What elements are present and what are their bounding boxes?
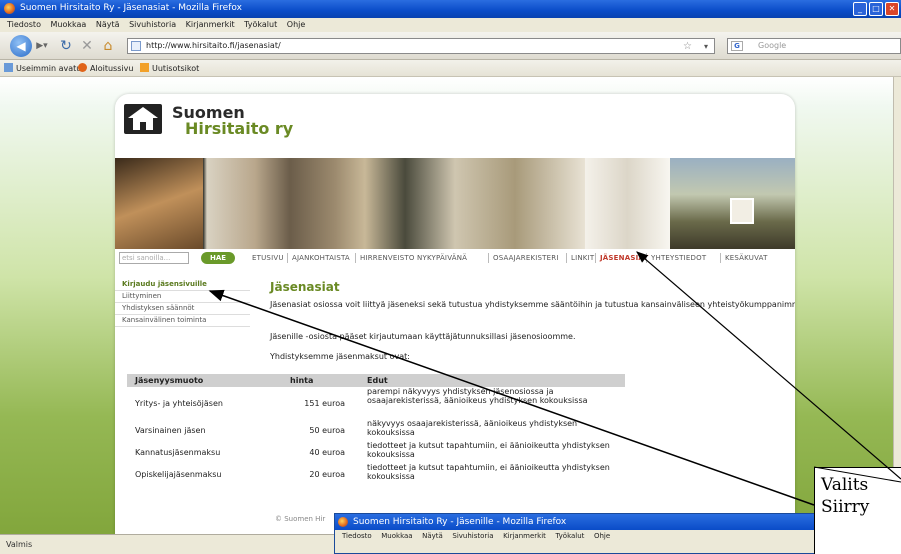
table-header: Edut (359, 374, 625, 387)
table-cell: Varsinainen jäsen (135, 425, 206, 435)
fees-table: Jäsenyysmuoto hinta Edut Yritys- ja yhte… (127, 374, 625, 485)
side-menu: Kirjaudu jäsensivuille Liittyminen Yhdis… (115, 279, 250, 327)
site-search-button[interactable]: HAE (201, 252, 235, 264)
firefox-icon (4, 3, 15, 14)
bookmark-star-icon[interactable]: ☆ (683, 40, 692, 54)
table-row: Varsinainen jäsen 50 euroa näkyvyys osaa… (127, 419, 625, 441)
menu-history[interactable]: Sivuhistoria (452, 532, 493, 540)
table-row: Kannatusjäsenmaksu 40 euroa tiedotteet j… (127, 441, 625, 463)
site-nav: etsi sanoilla... HAE ETUSIVU AJANKOHTAIS… (115, 252, 795, 266)
nav-membership[interactable]: JÄSENASIAT (600, 254, 648, 262)
menu-bookmarks[interactable]: Kirjanmerkit (503, 532, 546, 540)
bookmark-label: Aloitussivu (90, 64, 134, 73)
table-row: Opiskelijajäsenmaksu 20 euroa tiedotteet… (127, 463, 625, 485)
intro-text: Jäsenasiat osiossa voit liittyä jäseneks… (270, 300, 795, 309)
nav-home[interactable]: ETUSIVU (252, 254, 284, 262)
fees-intro: Yhdistyksemme jäsenmaksut ovat: (270, 352, 410, 361)
members-note: Jäsenille -osiosta pääset kirjautumaan k… (270, 332, 576, 341)
annotation-callout: Valits Siirry (814, 467, 901, 554)
bookmark-getting-started[interactable]: Aloitussivu (78, 63, 133, 73)
bookmark-headlines[interactable]: Uutisotsikot (140, 63, 199, 73)
maximize-button[interactable]: □ (869, 2, 883, 16)
menu-tools[interactable]: Työkalut (244, 20, 277, 29)
reload-icon[interactable]: ↻ (58, 36, 74, 56)
nav-expert-register[interactable]: OSAAJAREKISTERI (493, 254, 559, 262)
menu-view[interactable]: Näytä (96, 20, 120, 29)
table-cell: 50 euroa (309, 425, 345, 435)
window-title: Suomen Hirsitaito Ry - Jäsenasiat - Mozi… (20, 3, 242, 13)
table-cell: näkyvyys osaajarekisterissä, äänioikeus … (367, 419, 578, 437)
page-icon (131, 41, 141, 51)
status-text: Valmis (6, 540, 33, 549)
side-item-join[interactable]: Liittyminen (115, 291, 250, 303)
menu-help[interactable]: Ohje (594, 532, 610, 540)
google-icon[interactable]: G (731, 41, 743, 51)
url-text: http://www.hirsitaito.fi/jasenasiat/ (146, 41, 281, 50)
menu-help[interactable]: Ohje (287, 20, 306, 29)
side-item-login[interactable]: Kirjaudu jäsensivuille (115, 279, 250, 291)
navigation-toolbar: ◀ ▶▾ ↻ ✕ ⌂ http://www.hirsitaito.fi/jase… (0, 32, 901, 60)
annotation-line1: Valits (821, 475, 869, 495)
side-item-rules[interactable]: Yhdistyksen säännöt (115, 303, 250, 315)
bookmark-most-visited[interactable]: Useimmin avatut (4, 63, 84, 73)
nav-links[interactable]: LINKIT (571, 254, 594, 262)
table-cell: 40 euroa (309, 447, 345, 457)
brand-name-line2: Hirsitaito ry (185, 119, 294, 138)
menu-view[interactable]: Näytä (422, 532, 443, 540)
second-window-title: Suomen Hirsitaito Ry - Jäsenille - Mozil… (353, 517, 567, 527)
hero-image (115, 158, 795, 249)
vertical-scrollbar[interactable] (893, 77, 901, 534)
menu-file[interactable]: Tiedosto (342, 532, 372, 540)
table-row: Yritys- ja yhteisöjäsen 151 euroa paremp… (127, 387, 625, 419)
forward-icon[interactable]: ▶▾ (35, 36, 49, 56)
nav-summer-photos[interactable]: KESÄKUVAT (725, 254, 768, 262)
stop-icon[interactable]: ✕ (79, 36, 95, 56)
menu-tools[interactable]: Työkalut (555, 532, 584, 540)
bookmark-folder-icon (4, 63, 13, 72)
annotation-line2: Siirry (821, 497, 870, 517)
table-cell: Opiskelijajäsenmaksu (135, 469, 222, 479)
nav-contact[interactable]: YHTEYSTIEDOT (651, 254, 706, 262)
menu-bar: Tiedosto Muokkaa Näytä Sivuhistoria Kirj… (0, 18, 901, 32)
site-search-input[interactable]: etsi sanoilla... (119, 252, 189, 264)
table-header: hinta (282, 374, 359, 387)
menu-bookmarks[interactable]: Kirjanmerkit (186, 20, 235, 29)
table-cell: 20 euroa (309, 469, 345, 479)
rss-icon (140, 63, 149, 72)
side-item-international[interactable]: Kansainvälinen toiminta (115, 315, 250, 327)
table-cell: tiedotteet ja kutsut tapahtumiin, ei ään… (367, 463, 610, 481)
table-cell: tiedotteet ja kutsut tapahtumiin, ei ään… (367, 441, 610, 459)
search-placeholder: Google (758, 41, 787, 50)
menu-edit[interactable]: Muokkaa (381, 532, 412, 540)
firefox-bookmark-icon (78, 63, 87, 72)
bookmarks-toolbar: Useimmin avatut Aloitussivu Uutisotsikot (0, 60, 901, 77)
home-icon[interactable]: ⌂ (100, 36, 116, 56)
window-titlebar: Suomen Hirsitaito Ry - Jäsenasiat - Mozi… (0, 0, 901, 18)
bookmark-label: Useimmin avatut (16, 64, 85, 73)
chevron-down-icon[interactable]: ▾ (704, 40, 708, 54)
site-logo[interactable] (124, 104, 162, 134)
table-cell: Yritys- ja yhteisöjäsen (135, 398, 223, 408)
menu-file[interactable]: Tiedosto (7, 20, 41, 29)
page-title: Jäsenasiat (270, 280, 340, 294)
menu-edit[interactable]: Muokkaa (51, 20, 87, 29)
search-input[interactable]: G Google (727, 38, 901, 54)
table-cell: parempi näkyvyys yhdistyksen jäsenosioss… (367, 387, 588, 405)
firefox-icon (338, 517, 348, 527)
menu-history[interactable]: Sivuhistoria (129, 20, 176, 29)
site-footer: © Suomen Hir (275, 515, 326, 523)
bookmark-label: Uutisotsikot (152, 64, 200, 73)
close-button[interactable]: ✕ (885, 2, 899, 16)
table-cell: Kannatusjäsenmaksu (135, 447, 221, 457)
minimize-button[interactable]: _ (853, 2, 867, 16)
table-header: Jäsenyysmuoto (127, 374, 282, 387)
table-cell: 151 euroa (304, 398, 345, 408)
nav-current[interactable]: AJANKOHTAISTA (292, 254, 350, 262)
site-page: Suomen Hirsitaito ry etsi sanoilla... HA… (115, 94, 795, 534)
nav-log-craft[interactable]: HIRRENVEISTO NYKYPÄIVÄNÄ (360, 254, 467, 262)
page-viewport: Suomen Hirsitaito ry etsi sanoilla... HA… (0, 77, 893, 534)
url-bar[interactable]: http://www.hirsitaito.fi/jasenasiat/ ☆ ▾ (127, 38, 715, 54)
back-icon[interactable]: ◀ (10, 35, 32, 57)
